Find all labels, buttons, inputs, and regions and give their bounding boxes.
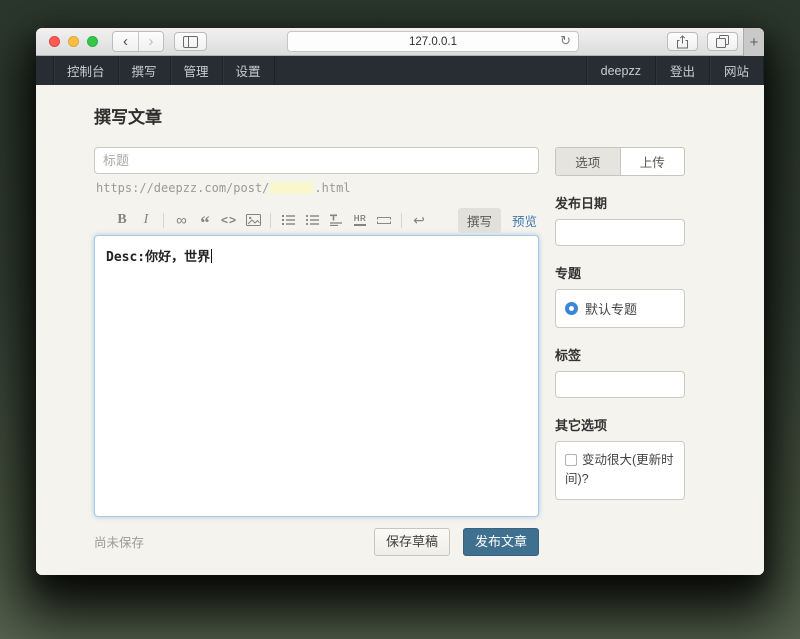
options-sidebar: 选项 上传 发布日期 专题 默认专题 标签 其它选项 变动很大(更新时间)?	[555, 147, 685, 556]
image-button[interactable]	[242, 209, 264, 231]
back-button[interactable]: ‹	[113, 32, 138, 51]
link-button[interactable]: ∞	[170, 209, 192, 231]
tags-label: 标签	[555, 345, 685, 364]
sidebar-toggle-button[interactable]	[174, 32, 207, 51]
publish-date-label: 发布日期	[555, 193, 685, 212]
browser-window: ‹ › 127.0.0.1 ↻	[36, 28, 764, 575]
other-options-box: 变动很大(更新时间)?	[555, 441, 685, 500]
ordered-list-icon	[281, 214, 295, 226]
big-change-label: 变动很大(更新时间)?	[565, 453, 674, 486]
addressbar-wrap: 127.0.0.1 ↻	[207, 31, 659, 52]
quote-button[interactable]: “	[194, 209, 216, 231]
save-draft-button[interactable]: 保存草稿	[374, 528, 450, 556]
permalink-slug-highlight[interactable]	[270, 182, 313, 194]
app-navbar: 控制台 撰写 管理 设置 deepzz 登出 网站	[36, 56, 764, 85]
heading-icon	[329, 214, 343, 226]
italic-button[interactable]: I	[135, 209, 157, 231]
page-break-button[interactable]	[373, 209, 395, 231]
navbar-right: deepzz 登出 网站	[586, 56, 764, 85]
publish-button[interactable]: 发布文章	[463, 528, 539, 556]
preview-tab[interactable]: 预览	[512, 211, 537, 230]
address-bar[interactable]: 127.0.0.1 ↻	[287, 31, 579, 52]
reload-icon[interactable]: ↻	[560, 33, 571, 49]
page-content: 撰写文章 https://deepzz.com/post/ .html B I ∞…	[36, 85, 764, 575]
titlebar-right-buttons	[667, 32, 738, 51]
image-icon	[246, 214, 261, 226]
save-status-text: 尚未保存	[94, 532, 144, 551]
topic-radio-row[interactable]: 默认专题	[565, 299, 675, 318]
editor-text: Desc:你好，世界	[106, 250, 210, 265]
sidebar-tabs: 选项 上传	[555, 147, 685, 176]
ordered-list-button[interactable]	[277, 209, 299, 231]
history-nav-group: ‹ ›	[112, 31, 164, 52]
editor-textarea[interactable]: Desc:你好，世界	[94, 235, 539, 517]
nav-item-console[interactable]: 控制台	[53, 56, 118, 85]
unordered-list-icon	[305, 214, 319, 226]
nav-item-manage[interactable]: 管理	[170, 56, 222, 85]
page-title: 撰写文章	[94, 103, 764, 128]
big-change-row[interactable]: 变动很大(更新时间)?	[565, 453, 674, 486]
tab-options[interactable]: 选项	[556, 148, 620, 175]
close-window-button[interactable]	[49, 36, 60, 47]
tab-overview-button[interactable]	[707, 32, 738, 51]
share-button[interactable]	[667, 32, 698, 51]
write-tab[interactable]: 撰写	[458, 208, 501, 233]
tab-upload[interactable]: 上传	[620, 148, 685, 175]
editor-footer: 尚未保存 保存草稿 发布文章	[94, 528, 539, 556]
toolbar-divider	[163, 213, 164, 228]
nav-item-write[interactable]: 撰写	[118, 56, 170, 85]
publish-date-input[interactable]	[555, 219, 685, 246]
new-tab-button[interactable]: +	[743, 28, 764, 56]
topic-label: 专题	[555, 263, 685, 282]
editor-mode-tabs: 撰写 预览	[458, 208, 537, 233]
nav-item-settings[interactable]: 设置	[222, 56, 275, 85]
navbar-left: 控制台 撰写 管理 设置	[53, 56, 275, 85]
permalink: https://deepzz.com/post/ .html	[96, 181, 539, 195]
share-icon	[676, 35, 689, 49]
topic-box: 默认专题	[555, 289, 685, 328]
horizontal-rule-button[interactable]: HR	[349, 209, 371, 231]
tags-input[interactable]	[555, 371, 685, 398]
code-button[interactable]: <>	[218, 209, 240, 231]
horizontal-rule-icon: HR	[354, 214, 367, 226]
sidebar-icon	[183, 36, 198, 48]
url-text: 127.0.0.1	[409, 36, 457, 48]
toolbar-divider	[270, 213, 271, 228]
forward-button[interactable]: ›	[138, 32, 163, 51]
nav-item-username[interactable]: deepzz	[586, 56, 655, 85]
zoom-window-button[interactable]	[87, 36, 98, 47]
default-topic-label: 默认专题	[585, 299, 637, 318]
nav-item-site[interactable]: 网站	[709, 56, 764, 85]
undo-button[interactable]: ↩	[408, 209, 430, 231]
tabs-icon	[716, 35, 729, 48]
unordered-list-button[interactable]	[301, 209, 323, 231]
bold-button[interactable]: B	[111, 209, 133, 231]
browser-titlebar: ‹ › 127.0.0.1 ↻	[36, 28, 764, 56]
other-options-label: 其它选项	[555, 415, 685, 434]
toolbar-divider	[401, 213, 402, 228]
page-break-icon	[377, 217, 391, 224]
nav-item-logout[interactable]: 登出	[655, 56, 709, 85]
editor-toolbar: B I ∞ “ <>	[94, 208, 539, 232]
text-caret	[211, 249, 212, 263]
radio-selected-icon[interactable]	[565, 302, 578, 315]
heading-button[interactable]	[325, 209, 347, 231]
editor-column: https://deepzz.com/post/ .html B I ∞ “ <>	[94, 147, 539, 556]
post-title-input[interactable]	[94, 147, 539, 174]
permalink-prefix: https://deepzz.com/post/	[96, 181, 269, 195]
checkbox-unchecked-icon[interactable]	[565, 454, 577, 466]
minimize-window-button[interactable]	[68, 36, 79, 47]
traffic-lights	[49, 36, 98, 47]
permalink-suffix: .html	[314, 181, 350, 195]
